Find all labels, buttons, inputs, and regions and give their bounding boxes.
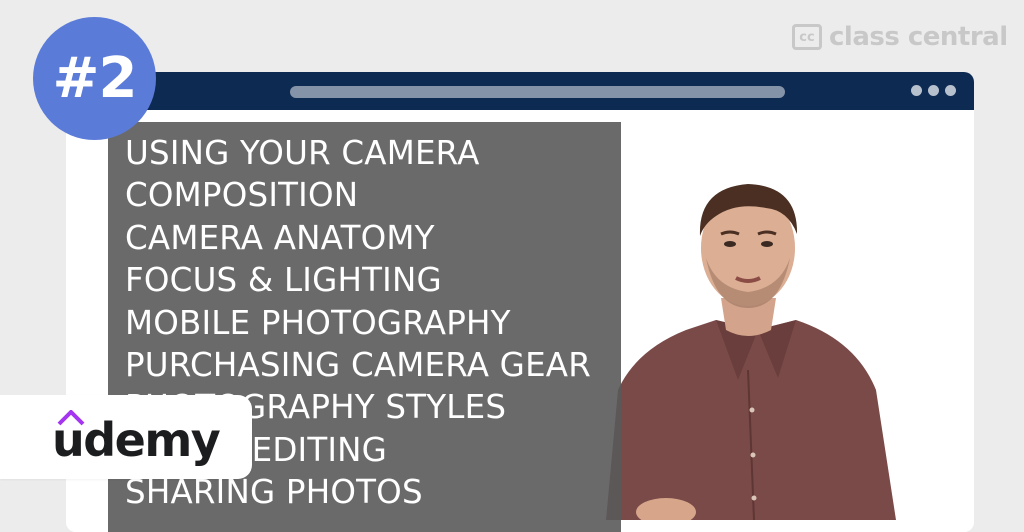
rank-badge-label: #2: [52, 46, 138, 111]
browser-titlebar: [66, 72, 974, 110]
topic-item: CAMERA ANATOMY: [125, 218, 435, 257]
dot: [945, 85, 956, 96]
topic-item: FOCUS & LIGHTING: [125, 261, 442, 300]
udemy-wordmark: udemy: [52, 413, 221, 467]
class-central-logo: cc class central: [792, 22, 1008, 52]
udemy-logo-card: udemy: [0, 395, 252, 479]
dot: [928, 85, 939, 96]
topic-item: USING YOUR CAMERA: [125, 134, 480, 172]
dot: [911, 85, 922, 96]
topic-item: MOBILE PHOTOGRAPHY: [125, 303, 511, 342]
address-bar[interactable]: [290, 86, 785, 98]
rank-badge: #2: [33, 17, 156, 140]
topic-item: COMPOSITION: [125, 176, 359, 215]
class-central-logo-icon: cc: [792, 24, 822, 50]
topic-item: PURCHASING CAMERA GEAR: [125, 346, 592, 385]
class-central-name: class central: [829, 22, 1008, 52]
window-dots-icon[interactable]: [911, 85, 956, 96]
